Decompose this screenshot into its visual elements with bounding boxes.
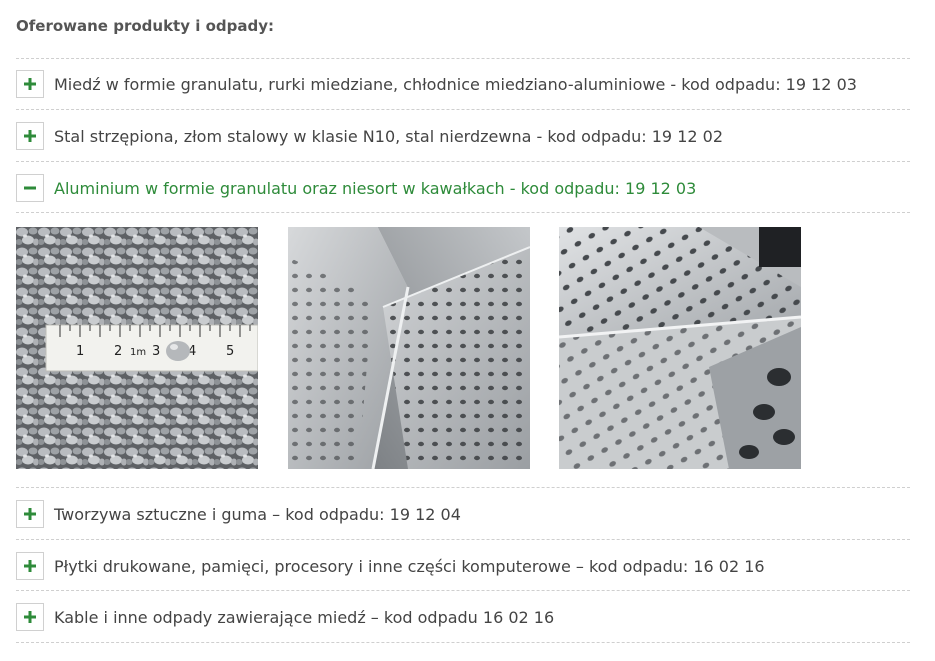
accordion-item-copper[interactable]: Miedź w formie granulatu, rurki miedzian… — [16, 68, 910, 100]
divider — [16, 539, 910, 540]
accordion-item-plastics[interactable]: Tworzywa sztuczne i guma – kod odpadu: 1… — [16, 498, 910, 530]
plus-icon[interactable] — [16, 70, 44, 98]
plus-icon[interactable] — [16, 122, 44, 150]
accordion-item-label[interactable]: Tworzywa sztuczne i guma – kod odpadu: 1… — [54, 505, 461, 524]
ruler-label: 2 — [114, 344, 122, 359]
plus-icon[interactable] — [16, 500, 44, 528]
divider — [16, 642, 910, 643]
accordion-item-circuit-boards[interactable]: Płytki drukowane, pamięci, procesory i i… — [16, 550, 910, 582]
aluminium-granulate-photo[interactable]: 1 2 1m 3 4 5 — [16, 227, 258, 469]
divider — [16, 590, 910, 591]
divider — [16, 109, 910, 110]
divider — [16, 212, 910, 213]
ruler-label: 3 — [152, 344, 160, 359]
accordion-item-label[interactable]: Stal strzępiona, złom stalowy w klasie N… — [54, 127, 723, 146]
accordion-item-aluminium[interactable]: Aluminium w formie granulatu oraz niesor… — [16, 172, 910, 204]
accordion-item-steel[interactable]: Stal strzępiona, złom stalowy w klasie N… — [16, 120, 910, 152]
divider — [16, 161, 910, 162]
ruler-label: 1 — [76, 344, 84, 359]
minus-icon[interactable] — [16, 174, 44, 202]
plus-icon[interactable] — [16, 552, 44, 580]
section-heading: Oferowane produkty i odpady: — [16, 17, 274, 35]
divider — [16, 58, 910, 59]
ruler-label: 1m — [130, 347, 146, 358]
accordion-item-label[interactable]: Płytki drukowane, pamięci, procesory i i… — [54, 557, 765, 576]
accordion-item-cables[interactable]: Kable i inne odpady zawierające miedź – … — [16, 601, 910, 633]
ruler-label: 5 — [226, 344, 234, 359]
accordion-item-label[interactable]: Aluminium w formie granulatu oraz niesor… — [54, 179, 696, 198]
perforated-aluminium-scrap-photo-1[interactable] — [288, 227, 530, 469]
divider — [16, 487, 910, 488]
accordion-item-label[interactable]: Kable i inne odpady zawierające miedź – … — [54, 608, 554, 627]
accordion-item-label[interactable]: Miedź w formie granulatu, rurki miedzian… — [54, 75, 857, 94]
plus-icon[interactable] — [16, 603, 44, 631]
perforated-aluminium-scrap-photo-2[interactable] — [559, 227, 801, 469]
